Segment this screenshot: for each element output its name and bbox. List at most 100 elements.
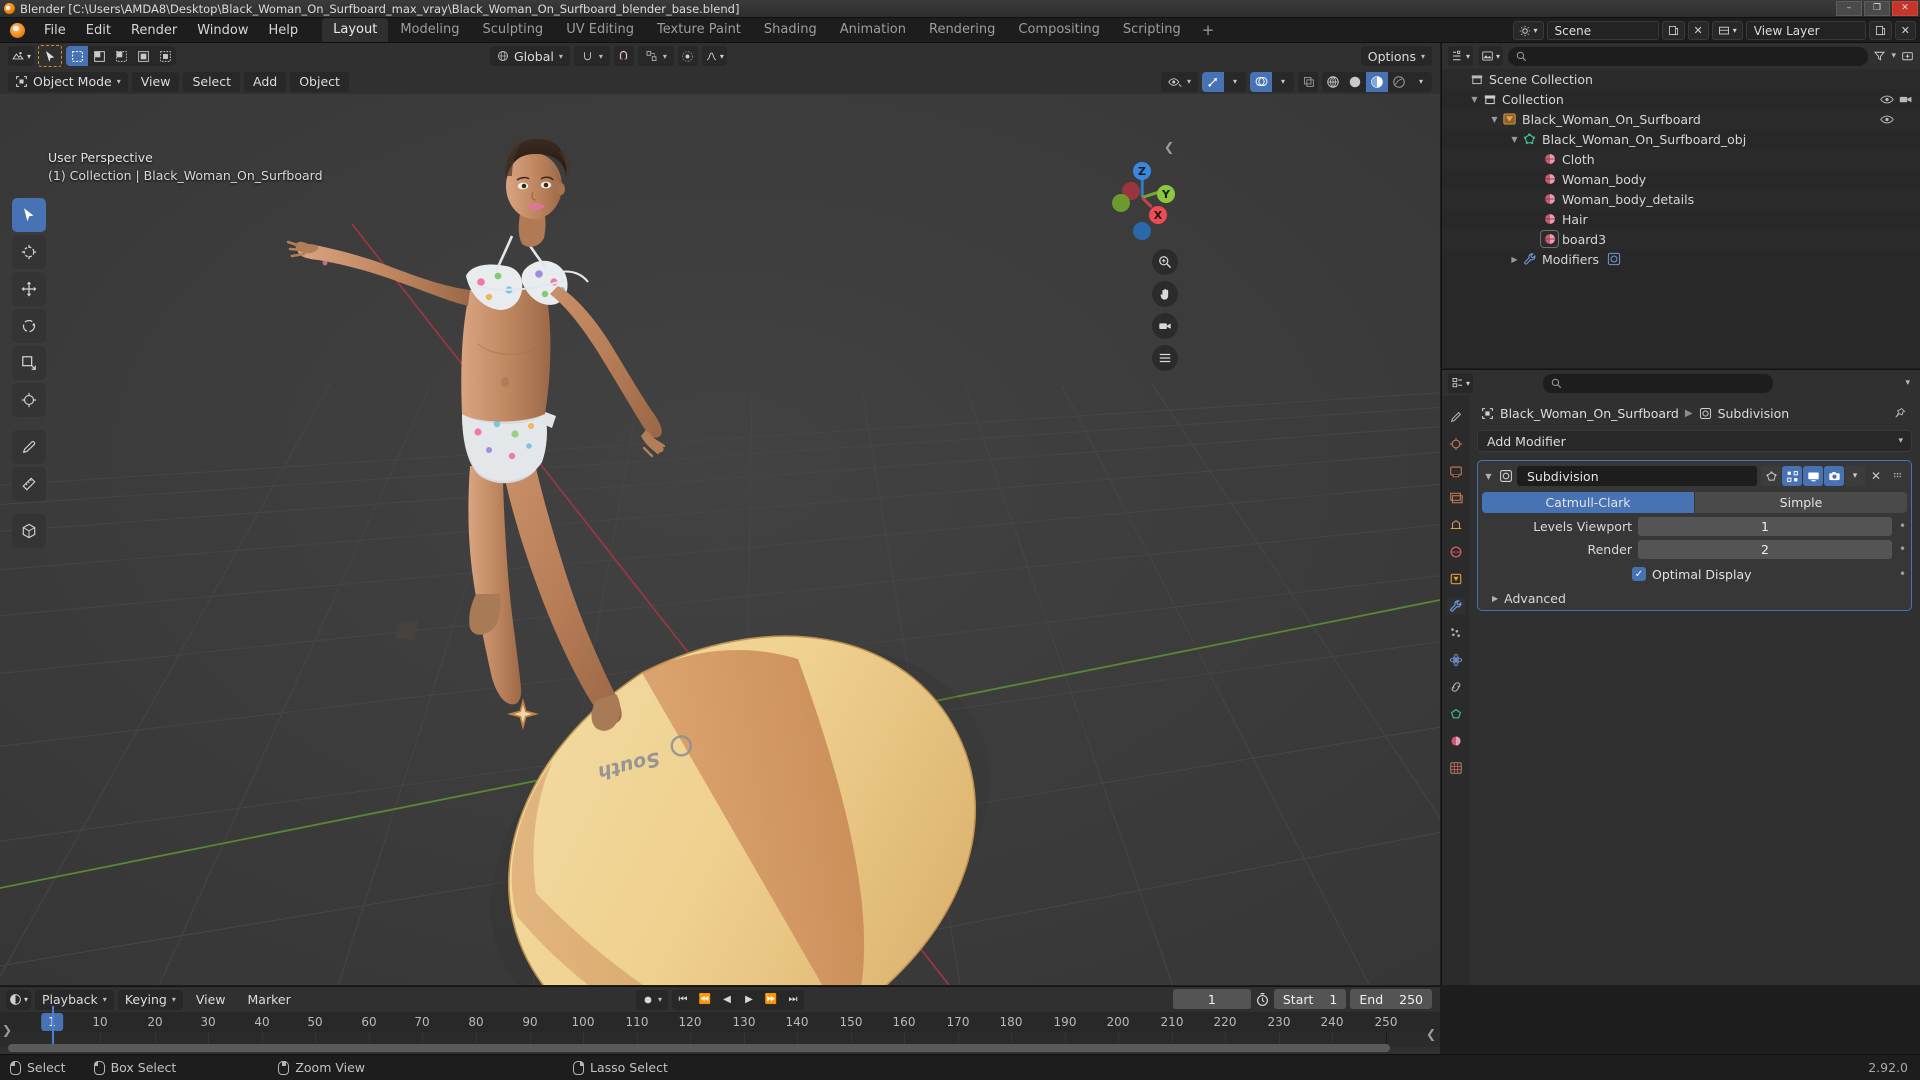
- object-tab[interactable]: [1446, 570, 1466, 588]
- breadcrumb-modifier-label[interactable]: Subdivision: [1718, 406, 1790, 421]
- snap-options-dropdown[interactable]: ▾: [637, 46, 674, 66]
- outliner-row-triangle[interactable]: ▶: [1508, 255, 1521, 264]
- visibility-eye-icon[interactable]: [1880, 114, 1894, 125]
- tool-tab[interactable]: [1446, 408, 1466, 426]
- auto-keying-toggle[interactable]: ▾: [635, 989, 669, 1010]
- viewport-menu-add[interactable]: Add: [244, 71, 287, 92]
- animate-property-dot-icon[interactable]: •: [1898, 519, 1907, 533]
- play-button[interactable]: ▶: [738, 990, 760, 1010]
- select-subtract-icon[interactable]: [110, 46, 132, 66]
- tab-sculpting[interactable]: Sculpting: [471, 18, 554, 42]
- current-frame-input[interactable]: 1: [1172, 989, 1251, 1009]
- add-modifier-button[interactable]: Add Modifier ▾: [1477, 430, 1912, 452]
- modifier-drag-handle[interactable]: [1887, 466, 1907, 486]
- properties-search-input[interactable]: [1542, 373, 1773, 393]
- material-preview-shading-icon[interactable]: [1366, 71, 1388, 92]
- material-tab[interactable]: [1446, 732, 1466, 750]
- object-mode-dropdown[interactable]: Object Mode ▾: [8, 71, 128, 92]
- outliner-filter-icon[interactable]: [1873, 50, 1886, 62]
- viewport-menu-object[interactable]: Object: [290, 71, 349, 92]
- scene-browse-icon[interactable]: ▾: [1512, 21, 1544, 40]
- toggle-ortho-icon[interactable]: [1152, 345, 1178, 371]
- gizmo-axis-y[interactable]: Y: [1157, 185, 1175, 203]
- xray-toggle-icon[interactable]: [1298, 71, 1318, 92]
- shading-dropdown-icon[interactable]: ▾: [1410, 72, 1432, 92]
- subdivision-modifier-badge-icon[interactable]: [1607, 252, 1621, 266]
- use-preview-range-icon[interactable]: [1255, 992, 1270, 1007]
- annotate-tool[interactable]: [12, 430, 46, 464]
- optimal-display-checkbox[interactable]: ✓: [1632, 567, 1646, 581]
- on-cage-toggle-icon[interactable]: [1761, 466, 1781, 486]
- outliner-row-woman-body[interactable]: Woman_body: [1442, 169, 1920, 189]
- minimize-button[interactable]: –: [1836, 1, 1862, 16]
- realtime-toggle-icon[interactable]: [1803, 466, 1823, 486]
- timeline-horizontal-scrollbar[interactable]: [8, 1044, 1390, 1052]
- navigation-gizmo[interactable]: Z Y X: [1102, 156, 1182, 240]
- gizmo-axis-neg-z[interactable]: [1133, 222, 1151, 240]
- properties-options-chevron-icon[interactable]: ▾: [1905, 378, 1914, 388]
- modifier-tab[interactable]: [1445, 597, 1466, 615]
- properties-editor-type-icon[interactable]: ▾: [1448, 373, 1474, 393]
- gizmo-axis-z[interactable]: Z: [1133, 162, 1151, 180]
- move-tool[interactable]: [12, 272, 46, 306]
- outliner-row-board3[interactable]: board3: [1442, 229, 1920, 249]
- remove-view-layer-button[interactable]: ✕: [1894, 21, 1916, 40]
- end-frame-input[interactable]: End 250: [1350, 989, 1432, 1009]
- menu-edit[interactable]: Edit: [76, 20, 121, 41]
- outliner-row-hair[interactable]: Hair: [1442, 209, 1920, 229]
- particles-tab[interactable]: [1446, 624, 1466, 642]
- menu-window[interactable]: Window: [187, 20, 258, 41]
- menu-file[interactable]: File: [34, 20, 76, 41]
- viewport-sidebar-collapse-arrow[interactable]: ❮: [1164, 140, 1174, 154]
- gizmo-axis-x[interactable]: X: [1149, 206, 1167, 224]
- advanced-section-header[interactable]: ▶ Advanced: [1482, 591, 1907, 606]
- timeline-sidebar-collapse-arrow[interactable]: ❮: [1426, 1027, 1436, 1041]
- outliner-display-mode-icon[interactable]: ▾: [1478, 46, 1504, 66]
- timeline-menu-marker[interactable]: Marker: [239, 990, 300, 1010]
- snap-magnet-icon[interactable]: [613, 46, 634, 66]
- pin-id-icon[interactable]: [1893, 407, 1906, 420]
- pan-view-icon[interactable]: [1152, 281, 1178, 307]
- gizmo-axis-neg-y[interactable]: [1112, 194, 1130, 212]
- animate-property-dot-icon[interactable]: •: [1898, 542, 1907, 556]
- outliner-row-triangle[interactable]: ▼: [1468, 95, 1481, 104]
- levels-viewport-input[interactable]: 1: [1638, 516, 1892, 536]
- outliner-row-triangle[interactable]: ▼: [1508, 135, 1521, 144]
- modifier-expand-triangle[interactable]: ▼: [1482, 472, 1495, 481]
- select-intersect-icon[interactable]: [154, 46, 176, 66]
- physics-tab[interactable]: [1446, 651, 1466, 669]
- viewport-menu-view[interactable]: View: [131, 71, 180, 92]
- tab-shading[interactable]: Shading: [753, 18, 828, 42]
- editor-type-selector[interactable]: ▾: [8, 46, 35, 66]
- gizmo-dropdown-icon[interactable]: ▾: [1224, 72, 1246, 92]
- render-tab[interactable]: [1446, 435, 1466, 453]
- solid-shading-icon[interactable]: [1344, 72, 1366, 92]
- catmull-clark-button[interactable]: Catmull-Clark: [1482, 492, 1694, 513]
- outliner-search-input[interactable]: [1508, 46, 1869, 66]
- rotate-tool[interactable]: [12, 309, 46, 343]
- simple-button[interactable]: Simple: [1695, 492, 1907, 513]
- tab-uv-editing[interactable]: UV Editing: [555, 18, 645, 42]
- rendered-shading-icon[interactable]: [1388, 72, 1410, 92]
- measure-tool[interactable]: [12, 467, 46, 501]
- select-set-icon[interactable]: [66, 46, 89, 66]
- start-frame-input[interactable]: Start 1: [1273, 989, 1347, 1009]
- select-tool-active-icon[interactable]: [38, 45, 63, 67]
- jump-to-end-button[interactable]: ⏭: [782, 990, 804, 1010]
- tab-texture-paint[interactable]: Texture Paint: [646, 18, 752, 42]
- cursor-tool[interactable]: [12, 235, 46, 269]
- transform-orientation-dropdown[interactable]: Global ▾: [490, 46, 570, 66]
- jump-to-start-button[interactable]: ⏮: [672, 990, 694, 1010]
- show-gizmo-icon[interactable]: [1202, 71, 1224, 92]
- wireframe-shading-icon[interactable]: [1322, 72, 1344, 92]
- viewport-options-dropdown[interactable]: Options ▾: [1360, 46, 1432, 66]
- tab-scripting[interactable]: Scripting: [1112, 18, 1192, 42]
- select-box-tool[interactable]: [12, 198, 46, 232]
- transform-tool[interactable]: [12, 383, 46, 417]
- add-workspace-button[interactable]: +: [1193, 19, 1224, 41]
- new-view-layer-button[interactable]: [1868, 21, 1892, 40]
- timeline-playhead[interactable]: [52, 1006, 54, 1047]
- keying-menu[interactable]: Keying ▾: [117, 989, 183, 1010]
- show-overlays-icon[interactable]: [1250, 71, 1272, 92]
- animate-property-dot-icon[interactable]: •: [1898, 567, 1907, 581]
